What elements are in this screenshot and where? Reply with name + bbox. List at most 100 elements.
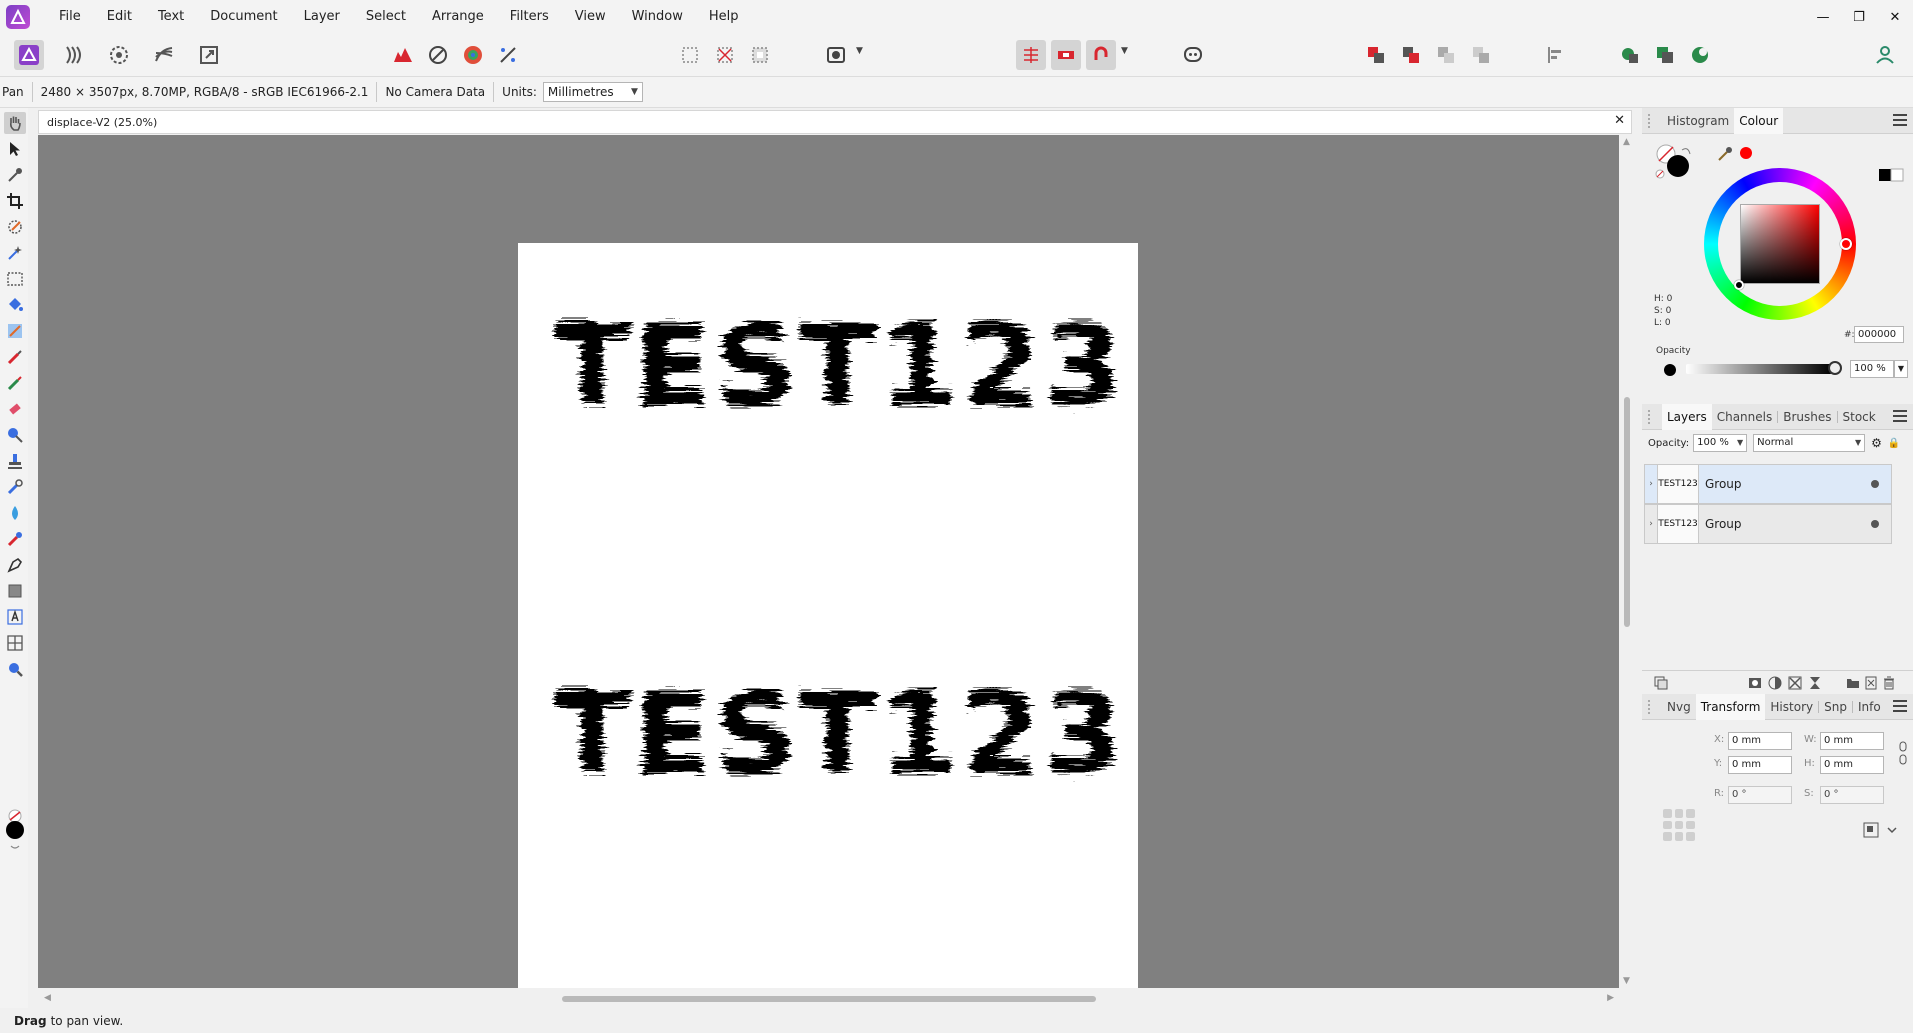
pen-tool-icon[interactable] — [4, 554, 26, 576]
crop-tool-icon[interactable] — [4, 190, 26, 212]
anchor-grid[interactable] — [1660, 806, 1698, 844]
color-picker-tool-icon[interactable] — [4, 164, 26, 186]
arrange-forward-icon[interactable] — [1431, 40, 1461, 70]
tab-transform[interactable]: Transform — [1695, 693, 1766, 720]
w-field[interactable]: 0 mm — [1820, 732, 1884, 750]
menu-filters[interactable]: Filters — [497, 0, 562, 34]
boolean-add-icon[interactable] — [1615, 40, 1645, 70]
units-select[interactable]: Millimetres ▼ — [542, 82, 643, 102]
document-tab[interactable]: displace-V2 (25.0%) ✕ — [38, 110, 1632, 134]
levels-icon[interactable] — [388, 40, 418, 70]
menu-select[interactable]: Select — [353, 0, 419, 34]
tab-colour[interactable]: Colour — [1734, 107, 1784, 134]
flood-select-tool-icon[interactable] — [4, 242, 26, 264]
quick-mask-dropdown-icon[interactable]: ▼ — [856, 46, 866, 64]
marquee-tool-icon[interactable] — [4, 268, 26, 290]
layer-name[interactable]: Group — [1705, 517, 1871, 531]
lock-icon[interactable]: 🔒 — [1888, 438, 1900, 449]
pan-tool-icon[interactable] — [4, 112, 26, 134]
invert-selection-icon[interactable] — [745, 40, 775, 70]
menu-layer[interactable]: Layer — [291, 0, 353, 34]
assistant-icon[interactable] — [1178, 40, 1208, 70]
tab-info[interactable]: Info — [1853, 694, 1886, 720]
blend-mode-select[interactable]: Normal ▼ — [1753, 434, 1866, 452]
panel-menu-icon[interactable] — [1893, 410, 1907, 422]
colour-opacity-field[interactable]: 100 % — [1850, 360, 1894, 378]
panel-grip-icon[interactable] — [1648, 113, 1658, 128]
tab-brushes[interactable]: Brushes — [1778, 404, 1836, 430]
tab-channels[interactable]: Channels — [1712, 404, 1778, 430]
colour-saturation-square[interactable] — [1740, 204, 1820, 284]
expand-arrow-icon[interactable]: › — [1645, 519, 1657, 529]
tab-histogram[interactable]: Histogram — [1662, 108, 1734, 134]
canvas-view[interactable]: TEST123 TEST123 — [38, 135, 1619, 988]
panel-menu-icon[interactable] — [1893, 700, 1907, 712]
liquify-persona-icon[interactable] — [59, 40, 89, 70]
hourglass-icon[interactable] — [1808, 676, 1822, 690]
snapping-grid-icon[interactable] — [1016, 40, 1046, 70]
fill-tool-icon[interactable] — [4, 294, 26, 316]
white-balance-icon[interactable] — [423, 40, 453, 70]
menu-view[interactable]: View — [562, 0, 619, 34]
menu-help[interactable]: Help — [696, 0, 752, 34]
x-field[interactable]: 0 mm — [1728, 732, 1792, 750]
text-tool-icon[interactable] — [4, 606, 26, 628]
menu-text[interactable]: Text — [145, 0, 197, 34]
tab-navigator[interactable]: Nvg — [1662, 694, 1696, 720]
tab-history[interactable]: History — [1765, 694, 1818, 720]
mesh-warp-tool-icon[interactable] — [4, 632, 26, 654]
layer-row[interactable]: › TEST123 Group — [1644, 504, 1892, 544]
snapping-bounds-icon[interactable] — [1051, 40, 1081, 70]
colour-wheel[interactable] — [1704, 168, 1856, 320]
link-icon[interactable] — [1898, 740, 1908, 766]
visibility-dot-icon[interactable] — [1871, 520, 1879, 528]
boolean-subtract-icon[interactable] — [1650, 40, 1680, 70]
scroll-right-icon[interactable]: ▶ — [1607, 993, 1614, 1003]
transform-origin-icon[interactable] — [1862, 820, 1902, 840]
move-tool-icon[interactable] — [4, 138, 26, 160]
trash-icon[interactable] — [1882, 676, 1896, 690]
close-document-icon[interactable]: ✕ — [1614, 113, 1625, 128]
live-filter-icon[interactable] — [1788, 676, 1802, 690]
erase-tool-icon[interactable] — [4, 398, 26, 420]
tone-mapping-persona-icon[interactable] — [149, 40, 179, 70]
blur-tool-icon[interactable] — [4, 502, 26, 524]
account-icon[interactable] — [1870, 40, 1900, 70]
scroll-left-icon[interactable]: ◀ — [44, 993, 51, 1003]
align-icon[interactable] — [1541, 40, 1571, 70]
menu-window[interactable]: Window — [619, 0, 696, 34]
new-layer-icon[interactable] — [1864, 676, 1878, 690]
arrange-front-icon[interactable] — [1466, 40, 1496, 70]
visibility-dot-icon[interactable] — [1871, 480, 1879, 488]
snapping-magnet-icon[interactable] — [1086, 40, 1116, 70]
layer-row[interactable]: › TEST123 Group — [1644, 464, 1892, 504]
export-persona-icon[interactable] — [194, 40, 224, 70]
menu-arrange[interactable]: Arrange — [419, 0, 497, 34]
dodge-tool-icon[interactable] — [4, 424, 26, 446]
smudge-tool-icon[interactable] — [4, 528, 26, 550]
adjustment-icon[interactable] — [1768, 676, 1782, 690]
menu-file[interactable]: File — [46, 0, 94, 34]
colour-mode-swatch-icon[interactable] — [1878, 168, 1904, 182]
scroll-up-icon[interactable]: ▲ — [1623, 137, 1630, 147]
layer-mask-icon[interactable] — [1654, 676, 1668, 690]
add-mask-icon[interactable] — [1748, 676, 1762, 690]
develop-persona-icon[interactable] — [104, 40, 134, 70]
opacity-slider-handle[interactable] — [1828, 361, 1842, 375]
new-group-icon[interactable] — [1846, 676, 1860, 690]
layer-name[interactable]: Group — [1705, 477, 1871, 491]
quick-mask-icon[interactable] — [821, 40, 851, 70]
opacity-slider[interactable] — [1686, 364, 1832, 374]
hsl-icon[interactable] — [458, 40, 488, 70]
gear-icon[interactable]: ⚙ — [1871, 436, 1882, 450]
hex-input[interactable]: 000000 — [1854, 326, 1904, 343]
arrange-backward-icon[interactable] — [1396, 40, 1426, 70]
clone-tool-icon[interactable] — [4, 450, 26, 472]
menu-edit[interactable]: Edit — [94, 0, 145, 34]
tab-stock[interactable]: Stock — [1838, 404, 1881, 430]
selection-brush-tool-icon[interactable] — [4, 216, 26, 238]
vertical-scroll-thumb[interactable] — [1624, 397, 1630, 627]
close-window-icon[interactable]: ✕ — [1877, 0, 1913, 34]
chevron-down-icon[interactable]: ▼ — [1894, 360, 1908, 378]
saturation-handle[interactable] — [1734, 280, 1744, 290]
